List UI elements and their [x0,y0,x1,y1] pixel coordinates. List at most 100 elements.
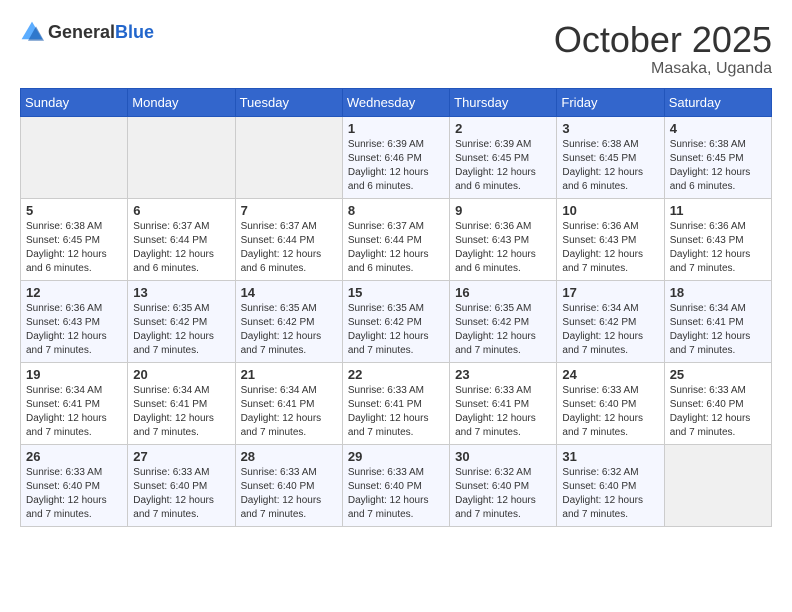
day-info: Sunrise: 6:37 AMSunset: 6:44 PMDaylight:… [348,220,444,276]
day-number: 27 [133,449,229,464]
week-row-3: 12 Sunrise: 6:36 AMSunset: 6:43 PMDayligh… [21,280,772,362]
calendar-cell: 14 Sunrise: 6:35 AMSunset: 6:42 PMDayligh… [235,280,342,362]
day-info: Sunrise: 6:39 AMSunset: 6:45 PMDaylight:… [455,138,551,194]
day-info: Sunrise: 6:39 AMSunset: 6:46 PMDaylight:… [348,138,444,194]
day-number: 23 [455,367,551,382]
day-number: 19 [26,367,122,382]
day-number: 12 [26,285,122,300]
calendar-cell: 5 Sunrise: 6:38 AMSunset: 6:45 PMDaylight… [21,198,128,280]
calendar-cell: 23 Sunrise: 6:33 AMSunset: 6:41 PMDayligh… [450,362,557,444]
day-info: Sunrise: 6:34 AMSunset: 6:41 PMDaylight:… [241,384,337,440]
calendar-cell: 29Sunrise: 6:33 AMSunset: 6:40 PMDayligh… [342,444,449,526]
day-number: 11 [670,203,766,218]
day-info: Sunrise: 6:36 AMSunset: 6:43 PMDaylight:… [562,220,658,276]
weekday-header-row: SundayMondayTuesdayWednesdayThursdayFrid… [21,88,772,116]
calendar-cell: 9 Sunrise: 6:36 AMSunset: 6:43 PMDaylight… [450,198,557,280]
week-row-1: 1 Sunrise: 6:39 AMSunset: 6:46 PMDaylight… [21,116,772,198]
calendar-cell: 26Sunrise: 6:33 AMSunset: 6:40 PMDayligh… [21,444,128,526]
day-number: 1 [348,121,444,136]
calendar-cell [21,116,128,198]
calendar-cell: 2 Sunrise: 6:39 AMSunset: 6:45 PMDaylight… [450,116,557,198]
page-header: GeneralBlue October 2025 Masaka, Uganda [20,20,772,78]
day-info: Sunrise: 6:33 AMSunset: 6:40 PMDaylight:… [241,466,337,522]
day-info: Sunrise: 6:33 AMSunset: 6:41 PMDaylight:… [348,384,444,440]
day-number: 30 [455,449,551,464]
weekday-header-friday: Friday [557,88,664,116]
logo-text-blue: Blue [115,22,154,42]
calendar-cell: 15 Sunrise: 6:35 AMSunset: 6:42 PMDayligh… [342,280,449,362]
day-number: 6 [133,203,229,218]
calendar-cell: 30 Sunrise: 6:32 AMSunset: 6:40 PMDayligh… [450,444,557,526]
day-number: 25 [670,367,766,382]
weekday-header-wednesday: Wednesday [342,88,449,116]
day-number: 8 [348,203,444,218]
day-info: Sunrise: 6:32 AMSunset: 6:40 PMDaylight:… [562,466,658,522]
day-info: Sunrise: 6:36 AMSunset: 6:43 PMDaylight:… [455,220,551,276]
weekday-header-sunday: Sunday [21,88,128,116]
calendar-cell: 19Sunrise: 6:34 AMSunset: 6:41 PMDayligh… [21,362,128,444]
calendar-cell: 11 Sunrise: 6:36 AMSunset: 6:43 PMDayligh… [664,198,771,280]
calendar-cell: 21Sunrise: 6:34 AMSunset: 6:41 PMDayligh… [235,362,342,444]
month-title: October 2025 [554,20,772,60]
calendar-cell: 6 Sunrise: 6:37 AMSunset: 6:44 PMDaylight… [128,198,235,280]
title-block: October 2025 Masaka, Uganda [554,20,772,78]
day-number: 20 [133,367,229,382]
calendar-cell: 17 Sunrise: 6:34 AMSunset: 6:42 PMDayligh… [557,280,664,362]
day-number: 14 [241,285,337,300]
week-row-5: 26Sunrise: 6:33 AMSunset: 6:40 PMDayligh… [21,444,772,526]
day-info: Sunrise: 6:33 AMSunset: 6:40 PMDaylight:… [670,384,766,440]
weekday-header-thursday: Thursday [450,88,557,116]
day-number: 3 [562,121,658,136]
calendar-cell: 31Sunrise: 6:32 AMSunset: 6:40 PMDayligh… [557,444,664,526]
weekday-header-monday: Monday [128,88,235,116]
day-info: Sunrise: 6:34 AMSunset: 6:41 PMDaylight:… [670,302,766,358]
day-number: 5 [26,203,122,218]
weekday-header-tuesday: Tuesday [235,88,342,116]
day-number: 16 [455,285,551,300]
day-info: Sunrise: 6:35 AMSunset: 6:42 PMDaylight:… [348,302,444,358]
day-number: 4 [670,121,766,136]
day-info: Sunrise: 6:35 AMSunset: 6:42 PMDaylight:… [455,302,551,358]
calendar-cell: 7 Sunrise: 6:37 AMSunset: 6:44 PMDaylight… [235,198,342,280]
logo-text-general: General [48,22,115,42]
calendar-cell: 1 Sunrise: 6:39 AMSunset: 6:46 PMDaylight… [342,116,449,198]
week-row-2: 5 Sunrise: 6:38 AMSunset: 6:45 PMDaylight… [21,198,772,280]
location-title: Masaka, Uganda [554,60,772,78]
day-number: 13 [133,285,229,300]
day-info: Sunrise: 6:38 AMSunset: 6:45 PMDaylight:… [26,220,122,276]
calendar-cell: 4Sunrise: 6:38 AMSunset: 6:45 PMDaylight… [664,116,771,198]
day-info: Sunrise: 6:35 AMSunset: 6:42 PMDaylight:… [241,302,337,358]
calendar-cell: 16 Sunrise: 6:35 AMSunset: 6:42 PMDayligh… [450,280,557,362]
calendar-cell: 27Sunrise: 6:33 AMSunset: 6:40 PMDayligh… [128,444,235,526]
day-info: Sunrise: 6:34 AMSunset: 6:42 PMDaylight:… [562,302,658,358]
calendar-cell [128,116,235,198]
day-number: 17 [562,285,658,300]
calendar-cell [664,444,771,526]
day-number: 7 [241,203,337,218]
day-info: Sunrise: 6:37 AMSunset: 6:44 PMDaylight:… [241,220,337,276]
calendar-cell [235,116,342,198]
day-info: Sunrise: 6:36 AMSunset: 6:43 PMDaylight:… [26,302,122,358]
weekday-header-saturday: Saturday [664,88,771,116]
day-number: 24 [562,367,658,382]
day-info: Sunrise: 6:33 AMSunset: 6:40 PMDaylight:… [26,466,122,522]
day-info: Sunrise: 6:36 AMSunset: 6:43 PMDaylight:… [670,220,766,276]
day-info: Sunrise: 6:32 AMSunset: 6:40 PMDaylight:… [455,466,551,522]
calendar-cell: 20 Sunrise: 6:34 AMSunset: 6:41 PMDayligh… [128,362,235,444]
logo-icon [20,20,44,44]
calendar-cell: 18Sunrise: 6:34 AMSunset: 6:41 PMDayligh… [664,280,771,362]
calendar-cell: 12 Sunrise: 6:36 AMSunset: 6:43 PMDayligh… [21,280,128,362]
calendar-cell: 24Sunrise: 6:33 AMSunset: 6:40 PMDayligh… [557,362,664,444]
day-number: 15 [348,285,444,300]
logo: GeneralBlue [20,20,154,44]
day-number: 22 [348,367,444,382]
day-info: Sunrise: 6:37 AMSunset: 6:44 PMDaylight:… [133,220,229,276]
day-number: 2 [455,121,551,136]
day-number: 9 [455,203,551,218]
day-number: 28 [241,449,337,464]
calendar: SundayMondayTuesdayWednesdayThursdayFrid… [20,88,772,527]
calendar-cell: 8 Sunrise: 6:37 AMSunset: 6:44 PMDaylight… [342,198,449,280]
day-info: Sunrise: 6:33 AMSunset: 6:41 PMDaylight:… [455,384,551,440]
day-info: Sunrise: 6:33 AMSunset: 6:40 PMDaylight:… [348,466,444,522]
day-info: Sunrise: 6:34 AMSunset: 6:41 PMDaylight:… [133,384,229,440]
